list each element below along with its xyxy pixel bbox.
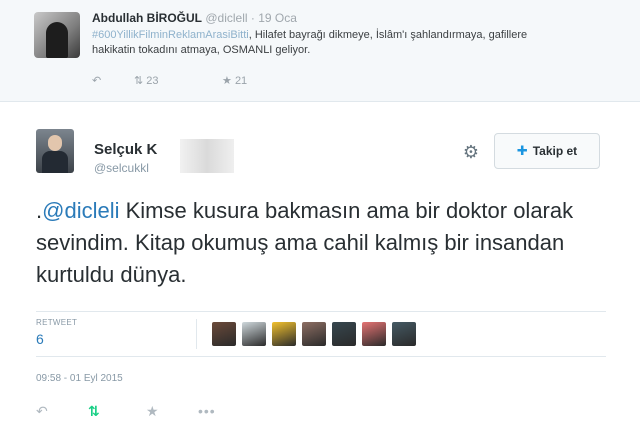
tweet-timestamp[interactable]: 09:58 - 01 Eyl 2015 (36, 373, 123, 384)
add-user-icon: ✚ (516, 143, 528, 158)
mention-link[interactable]: @dicleli (42, 198, 119, 223)
hashtag-link[interactable]: #600YillikFilminReklamArasiBitti (92, 29, 249, 41)
avatar-figure (46, 22, 68, 58)
star-icon: ★ (222, 75, 232, 87)
retweet-icon[interactable]: ⇅ (88, 403, 100, 420)
author-handle[interactable]: @selcukkl (94, 161, 149, 175)
gear-icon[interactable]: ⚙ (460, 141, 482, 163)
divider (36, 356, 606, 357)
divider (196, 319, 197, 349)
main-tweet: Selçuk K @selcukkl ⚙ ✚ Takip et .@dicleli… (0, 103, 640, 445)
reply-icon[interactable]: ↶ (92, 74, 101, 87)
more-icon[interactable]: ••• (198, 403, 216, 419)
author-handle[interactable]: @diclell (205, 11, 247, 25)
avatar[interactable] (36, 129, 74, 173)
tweet-date[interactable]: 19 Oca (258, 11, 297, 25)
redaction-blur (180, 139, 234, 173)
favorite-button[interactable]: ★ 21 (222, 74, 247, 87)
retweeter-avatar[interactable] (362, 322, 386, 346)
retweeter-avatar[interactable] (332, 322, 356, 346)
retweeter-avatar[interactable] (212, 322, 236, 346)
retweet-stat-label: RETWEET (36, 318, 78, 327)
tweet-header: Abdullah BİROĞUL @diclell · 19 Oca (92, 11, 297, 25)
follow-label: Takip et (532, 144, 578, 158)
divider (36, 311, 606, 312)
retweeter-avatar[interactable] (392, 322, 416, 346)
avatar[interactable] (34, 12, 80, 58)
retweet-button[interactable]: ⇅ 23 (134, 74, 159, 87)
retweeter-avatar[interactable] (272, 322, 296, 346)
favorite-count: 21 (234, 75, 248, 87)
retweet-count: 23 (146, 75, 159, 87)
retweet-icon: ⇅ (134, 75, 144, 87)
retweet-stat-count[interactable]: 6 (36, 331, 44, 347)
follow-button[interactable]: ✚ Takip et (494, 133, 600, 169)
retweeter-avatar[interactable] (242, 322, 266, 346)
tweet-text: .@dicleli Kimse kusura bakmasın ama bir … (36, 195, 596, 291)
author-name[interactable]: Selçuk K (94, 141, 157, 158)
quoted-tweet[interactable]: Abdullah BİROĞUL @diclell · 19 Oca #600Y… (0, 0, 640, 102)
separator: · (250, 11, 255, 25)
avatar-face (48, 135, 62, 151)
retweeter-avatar[interactable] (302, 322, 326, 346)
avatar-suit (42, 151, 68, 173)
star-icon[interactable]: ★ (146, 403, 159, 420)
tweet-text: #600YillikFilminReklamArasiBitti, Hilafe… (92, 28, 542, 58)
author-name[interactable]: Abdullah BİROĞUL (92, 11, 202, 25)
reply-icon[interactable]: ↶ (36, 403, 48, 420)
